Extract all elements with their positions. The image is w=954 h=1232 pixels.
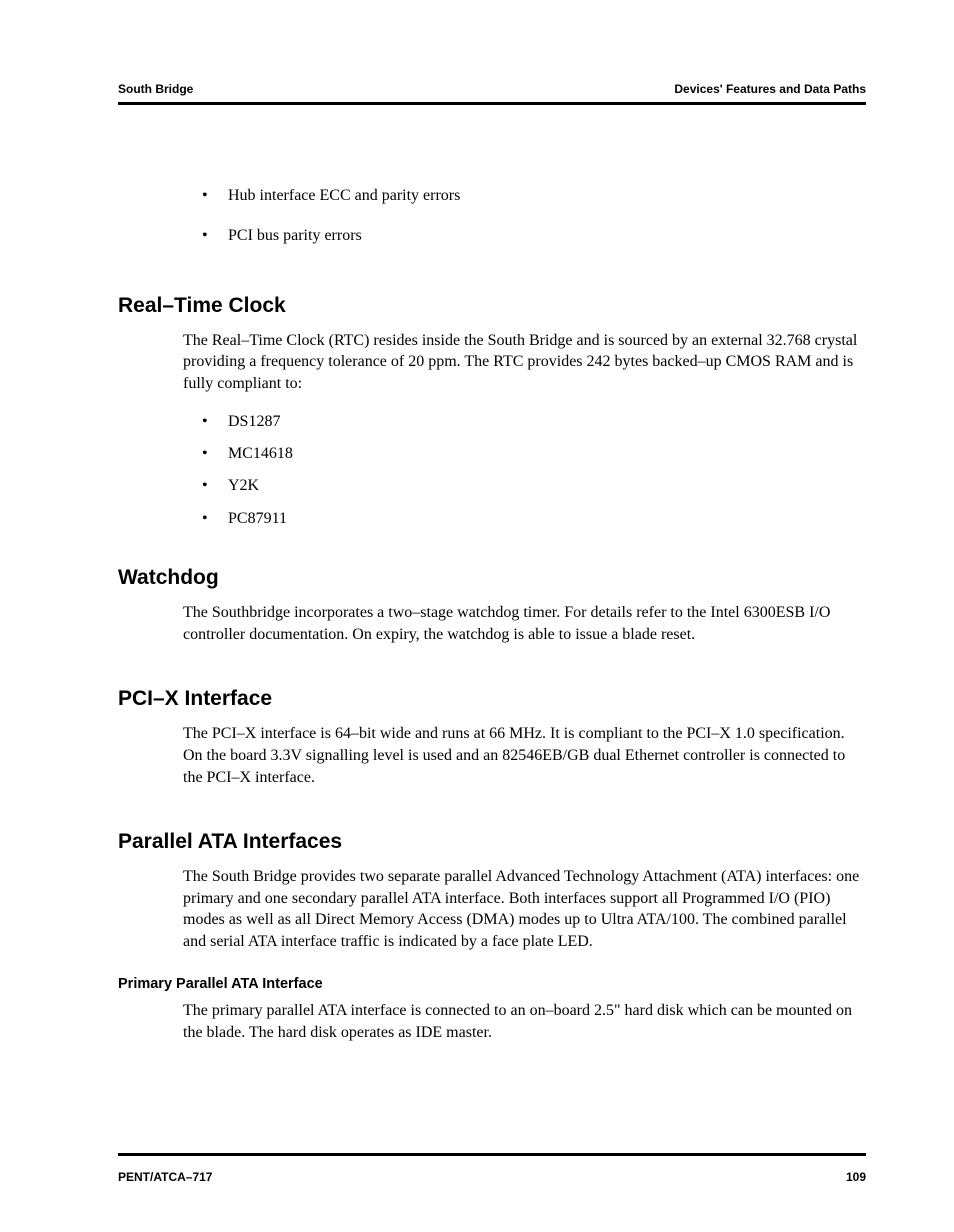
intro-bullet-list: Hub interface ECC and parity errors PCI …	[200, 185, 866, 248]
section-heading-pcix: PCI–X Interface	[118, 687, 866, 711]
header-rule	[118, 102, 866, 105]
list-item: PC87911	[200, 508, 866, 530]
paragraph: The Real–Time Clock (RTC) resides inside…	[183, 330, 866, 395]
paragraph: The primary parallel ATA interface is co…	[183, 1000, 866, 1043]
page-footer: PENT/ATCA–717 109	[118, 1170, 866, 1184]
section-heading-pata: Parallel ATA Interfaces	[118, 830, 866, 854]
footer-left: PENT/ATCA–717	[118, 1170, 212, 1184]
list-item: DS1287	[200, 411, 866, 433]
rtc-bullet-list: DS1287 MC14618 Y2K PC87911	[200, 411, 866, 531]
section-heading-rtc: Real–Time Clock	[118, 294, 866, 318]
footer-page-number: 109	[846, 1170, 866, 1184]
header-right: Devices' Features and Data Paths	[674, 82, 866, 96]
list-item: Y2K	[200, 475, 866, 497]
section-heading-watchdog: Watchdog	[118, 566, 866, 590]
header-left: South Bridge	[118, 82, 193, 96]
footer-rule	[118, 1153, 866, 1156]
subsection-heading-primary-pata: Primary Parallel ATA Interface	[118, 976, 866, 992]
page-header: South Bridge Devices' Features and Data …	[118, 82, 866, 96]
list-item: Hub interface ECC and parity errors	[200, 185, 866, 207]
list-item: MC14618	[200, 443, 866, 465]
paragraph: The Southbridge incorporates a two–stage…	[183, 602, 866, 645]
paragraph: The South Bridge provides two separate p…	[183, 866, 866, 952]
list-item: PCI bus parity errors	[200, 225, 866, 247]
paragraph: The PCI–X interface is 64–bit wide and r…	[183, 723, 866, 788]
